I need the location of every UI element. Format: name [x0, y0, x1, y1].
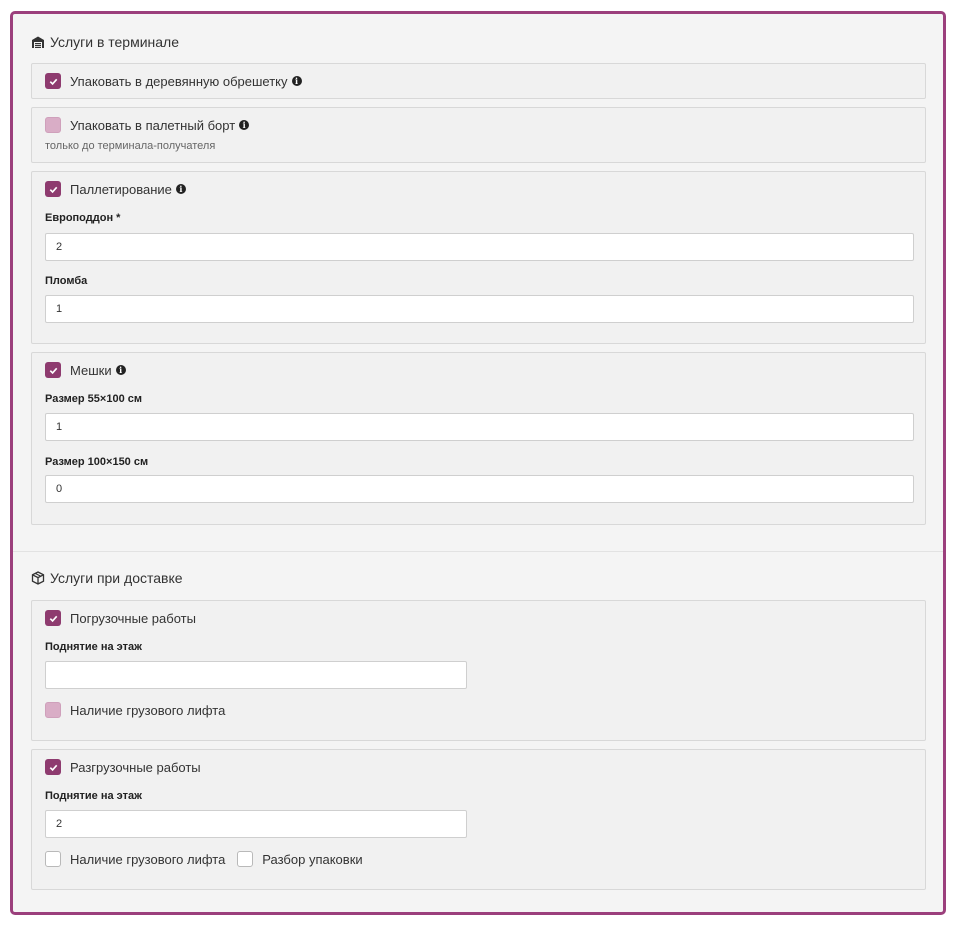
unloading-option[interactable]: Разгрузочные работы [45, 759, 201, 775]
loading-elevator-label: Наличие грузового лифта [70, 702, 226, 718]
delivery-services-heading: Услуги при доставке [31, 570, 183, 586]
services-panel: Услуги в терминале Упаковать в деревянну… [10, 11, 946, 915]
europallet-input[interactable]: 2 [45, 233, 914, 261]
pallet-board-checkbox[interactable] [45, 117, 61, 133]
bags-option[interactable]: Мешки i [45, 362, 126, 378]
info-icon[interactable]: i [239, 120, 250, 130]
europallet-label-text: Европоддон [45, 212, 114, 224]
seal-label: Пломба [45, 275, 88, 287]
unloading-card: Разгрузочные работы Поднятие на этаж 2 Н… [31, 749, 926, 890]
pallet-board-label: Упаковать в палетный борт [70, 117, 236, 133]
wood-crate-card: Упаковать в деревянную обрешетку i [31, 63, 926, 99]
bag-size-small-input[interactable]: 1 [45, 413, 914, 441]
wood-crate-label: Упаковать в деревянную обрешетку [70, 73, 288, 89]
info-icon[interactable]: i [175, 184, 186, 194]
loading-floor-input[interactable] [45, 661, 467, 689]
europallet-label: Европоддон * [45, 212, 120, 224]
package-icon [31, 571, 45, 585]
terminal-services-heading: Услуги в терминале [31, 34, 179, 50]
loading-elevator-option[interactable]: Наличие грузового лифта [45, 702, 225, 718]
loading-floor-label: Поднятие на этаж [45, 641, 142, 653]
pallet-board-hint: только до терминала-получателя [45, 140, 216, 152]
unloading-label: Разгрузочные работы [70, 759, 201, 775]
unloading-checkbox[interactable] [45, 759, 61, 775]
pallet-board-card: Упаковать в палетный борт i только до те… [31, 107, 926, 163]
loading-option[interactable]: Погрузочные работы [45, 610, 196, 626]
unpacking-label: Разбор упаковки [262, 851, 363, 867]
pallet-board-option[interactable]: Упаковать в палетный борт i [45, 117, 250, 133]
bags-label: Мешки [70, 362, 112, 378]
delivery-services-section: Услуги при доставке Погрузочные работы П… [13, 551, 943, 912]
bags-card: Мешки i Размер 55×100 см 1 Размер 100×15… [31, 352, 926, 525]
info-icon[interactable]: i [291, 76, 302, 86]
bag-size-large-label: Размер 100×150 см [45, 456, 149, 468]
bag-size-small-label: Размер 55×100 см [45, 393, 142, 405]
palletizing-option[interactable]: Паллетирование i [45, 181, 186, 197]
palletizing-card: Паллетирование i Европоддон * 2 Пломба 1 [31, 171, 926, 344]
unpacking-option[interactable]: Разбор упаковки [237, 851, 363, 867]
loading-label: Погрузочные работы [70, 610, 196, 626]
terminal-services-title: Услуги в терминале [50, 34, 180, 50]
unpacking-checkbox[interactable] [237, 851, 254, 867]
wood-crate-checkbox[interactable] [45, 73, 61, 89]
unloading-floor-input[interactable]: 2 [45, 810, 467, 838]
bags-checkbox[interactable] [45, 362, 61, 378]
loading-elevator-checkbox[interactable] [45, 702, 61, 718]
palletizing-label: Паллетирование [70, 181, 172, 197]
loading-checkbox[interactable] [45, 610, 61, 626]
warehouse-icon [31, 35, 45, 49]
palletizing-checkbox[interactable] [45, 181, 61, 197]
unloading-elevator-checkbox[interactable] [45, 851, 61, 867]
wood-crate-option[interactable]: Упаковать в деревянную обрешетку i [45, 73, 302, 89]
terminal-services-section: Услуги в терминале Упаковать в деревянну… [13, 14, 943, 551]
loading-card: Погрузочные работы Поднятие на этаж Нали… [31, 600, 926, 741]
required-mark: * [116, 212, 121, 224]
bag-size-large-input[interactable]: 0 [45, 475, 914, 503]
seal-input[interactable]: 1 [45, 295, 914, 323]
unloading-extra-options: Наличие грузового лифта Разбор упаковки [45, 851, 375, 867]
unloading-elevator-label: Наличие грузового лифта [70, 851, 226, 867]
info-icon[interactable]: i [115, 365, 126, 375]
unloading-floor-label: Поднятие на этаж [45, 790, 142, 802]
unloading-elevator-option[interactable]: Наличие грузового лифта [45, 851, 225, 867]
delivery-services-title: Услуги при доставке [50, 570, 183, 586]
